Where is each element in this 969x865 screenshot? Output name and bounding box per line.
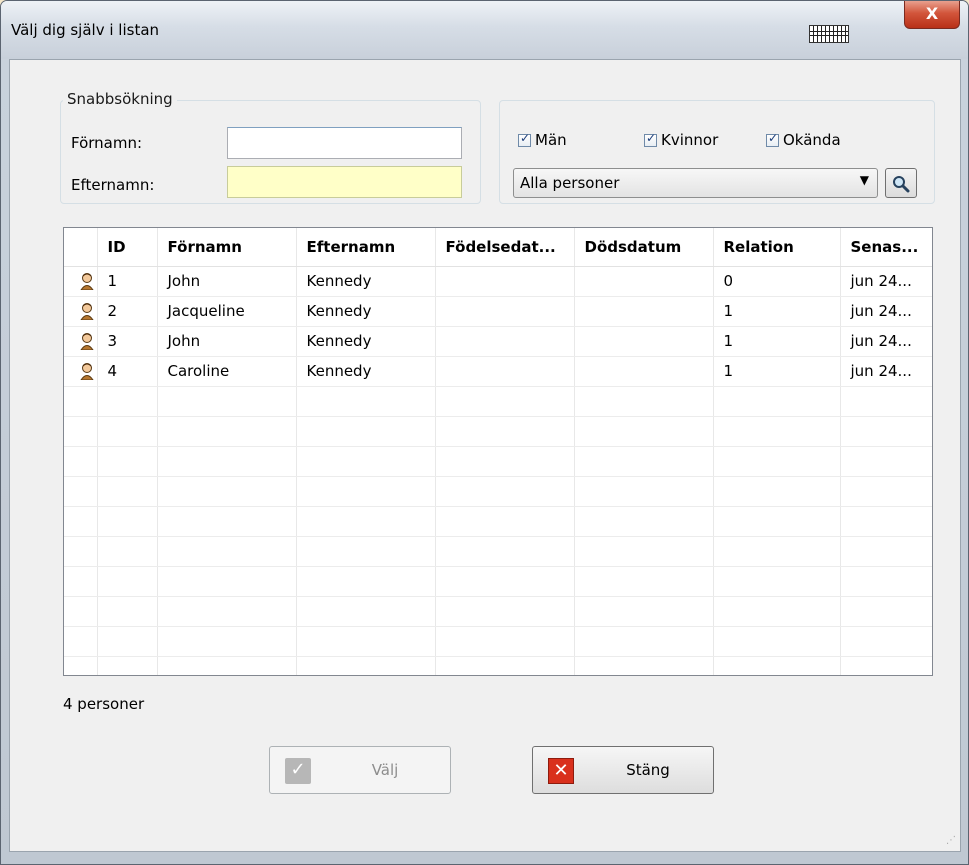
select-button-label: Välj <box>371 761 399 779</box>
person-icon <box>64 356 98 387</box>
column-header-id[interactable]: ID <box>97 228 158 267</box>
person-filter-value: Alla personer <box>520 174 620 192</box>
table-row[interactable]: 1 John Kennedy 0 jun 24... <box>64 266 932 297</box>
table-row[interactable]: 3 John Kennedy 1 jun 24... <box>64 326 932 357</box>
persons-table[interactable]: ID Förnamn Efternamn Födelsedat... Dödsd… <box>63 227 933 676</box>
select-button[interactable]: ✓ Välj <box>269 746 451 794</box>
keyboard-icon[interactable] <box>809 25 849 43</box>
row-firstname: John <box>157 326 297 357</box>
person-icon <box>64 326 98 357</box>
men-checkbox[interactable]: Män <box>518 131 567 149</box>
search-button[interactable] <box>885 168 917 198</box>
dialog-window: Välj dig själv i listan X Snabbsökning F… <box>0 0 969 865</box>
row-firstname: Jacqueline <box>157 296 297 327</box>
row-last: jun 24... <box>840 296 932 327</box>
row-birthdate <box>435 326 575 357</box>
row-lastname: Kennedy <box>296 266 436 297</box>
empty-row <box>64 596 932 627</box>
lastname-input[interactable] <box>227 166 462 198</box>
row-lastname: Kennedy <box>296 356 436 387</box>
row-relation: 1 <box>713 296 841 327</box>
column-header-lastname[interactable]: Efternamn <box>296 228 436 267</box>
quick-search-legend: Snabbsökning <box>63 90 177 108</box>
row-relation: 0 <box>713 266 841 297</box>
checkmark-icon: ✓ <box>285 758 311 784</box>
column-header-relation[interactable]: Relation <box>713 228 841 267</box>
women-checkbox-label: Kvinnor <box>661 131 719 149</box>
table-row[interactable]: 4 Caroline Kennedy 1 jun 24... <box>64 356 932 387</box>
column-header-icon[interactable] <box>64 228 98 267</box>
empty-row <box>64 626 932 657</box>
empty-row <box>64 386 932 417</box>
row-relation: 1 <box>713 356 841 387</box>
chevron-down-icon: ▼ <box>859 173 869 187</box>
row-deathdate <box>574 296 714 327</box>
row-firstname: Caroline <box>157 356 297 387</box>
window-close-button[interactable]: X <box>904 1 960 29</box>
row-deathdate <box>574 356 714 387</box>
close-button-label: Stäng <box>626 761 670 779</box>
resize-grip-icon[interactable]: ⋰ <box>946 835 956 846</box>
column-header-firstname[interactable]: Förnamn <box>157 228 297 267</box>
row-last: jun 24... <box>840 266 932 297</box>
row-lastname: Kennedy <box>296 326 436 357</box>
empty-row <box>64 656 932 675</box>
column-header-last[interactable]: Senas... <box>840 228 932 267</box>
row-last: jun 24... <box>840 326 932 357</box>
lastname-label: Efternamn: <box>71 176 155 194</box>
row-relation: 1 <box>713 326 841 357</box>
row-firstname: John <box>157 266 297 297</box>
empty-row <box>64 476 932 507</box>
unknown-checkbox[interactable]: Okända <box>766 131 841 149</box>
empty-row <box>64 536 932 567</box>
row-id: 3 <box>97 326 158 357</box>
magnifier-icon <box>893 175 910 192</box>
row-last: jun 24... <box>840 356 932 387</box>
row-birthdate <box>435 356 575 387</box>
column-header-deathdate[interactable]: Dödsdatum <box>574 228 714 267</box>
close-icon: ✕ <box>548 758 574 784</box>
table-row[interactable]: 2 Jacqueline Kennedy 1 jun 24... <box>64 296 932 327</box>
women-checkbox[interactable]: Kvinnor <box>644 131 718 149</box>
empty-row <box>64 416 932 447</box>
person-count: 4 personer <box>63 695 145 713</box>
empty-row <box>64 566 932 597</box>
men-check-icon[interactable] <box>518 131 531 147</box>
men-checkbox-label: Män <box>535 131 567 149</box>
row-deathdate <box>574 326 714 357</box>
close-button[interactable]: ✕ Stäng <box>532 746 714 794</box>
person-icon <box>64 266 98 297</box>
row-deathdate <box>574 266 714 297</box>
person-icon <box>64 296 98 327</box>
row-birthdate <box>435 296 575 327</box>
row-lastname: Kennedy <box>296 296 436 327</box>
row-birthdate <box>435 266 575 297</box>
unknown-check-icon[interactable] <box>766 131 779 147</box>
empty-row <box>64 446 932 477</box>
firstname-label: Förnamn: <box>71 134 143 152</box>
window-title: Välj dig själv i listan <box>11 21 160 39</box>
women-check-icon[interactable] <box>644 131 657 147</box>
firstname-input[interactable] <box>227 127 462 159</box>
empty-row <box>64 506 932 537</box>
column-header-birthdate[interactable]: Födelsedat... <box>435 228 575 267</box>
row-id: 4 <box>97 356 158 387</box>
row-id: 2 <box>97 296 158 327</box>
row-id: 1 <box>97 266 158 297</box>
table-header-row: ID Förnamn Efternamn Födelsedat... Dödsd… <box>64 228 932 267</box>
person-filter-select[interactable]: Alla personer ▼ <box>513 168 878 198</box>
title-bar: Välj dig själv i listan X <box>1 1 968 59</box>
unknown-checkbox-label: Okända <box>783 131 841 149</box>
